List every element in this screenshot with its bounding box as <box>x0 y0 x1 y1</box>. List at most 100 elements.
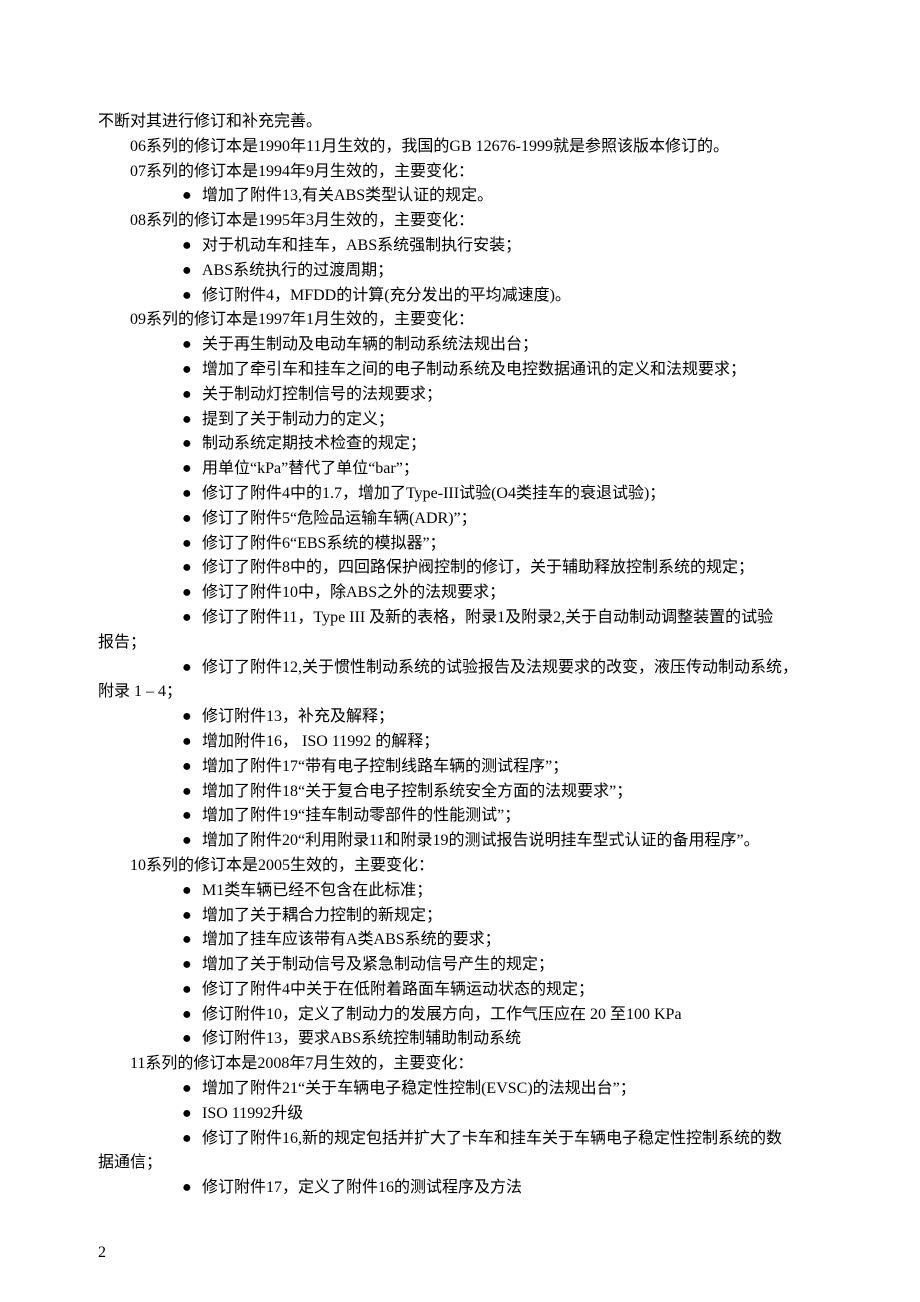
bullet-icon: ● <box>182 333 202 358</box>
list-item: ●增加了附件19“挂车制动零部件的性能测试”； <box>98 804 825 829</box>
list-item-text: 增加了关于制动信号及紧急制动信号产生的规定； <box>202 953 825 978</box>
bullet-icon: ● <box>182 829 202 854</box>
bullet-icon: ● <box>182 606 202 631</box>
bullet-icon: ● <box>182 408 202 433</box>
list-item-text: 关于再生制动及电动车辆的制动系统法规出台； <box>202 333 825 358</box>
list-item: ●修订了附件6“EBS系统的模拟器”； <box>98 532 825 557</box>
list-item: ●增加了附件17“带有电子控制线路车辆的测试程序”； <box>98 755 825 780</box>
bullet-icon: ● <box>182 284 202 309</box>
series-06-paragraph: 06系列的修订本是1990年11月生效的，我国的GB 12676-1999就是参… <box>98 135 825 160</box>
list-item-text: 修订了附件8中的，四回路保护阀控制的修订，关于辅助释放控制系统的规定； <box>202 556 825 581</box>
list-item: ●修订了附件12,关于惯性制动系统的试验报告及法规要求的改变，液压传动制动系统， <box>98 656 825 681</box>
bullet-icon: ● <box>182 1027 202 1052</box>
list-item-text: 增加了附件21“关于车辆电子稳定性控制(EVSC)的法规出台”； <box>202 1077 825 1102</box>
list-item-text: 增加附件16， ISO 11992 的解释； <box>202 730 825 755</box>
list-item-text: 修订附件13，补充及解释； <box>202 705 825 730</box>
list-item: ●增加了关于制动信号及紧急制动信号产生的规定； <box>98 953 825 978</box>
bullet-icon: ● <box>182 1102 202 1127</box>
bullet-icon: ● <box>182 953 202 978</box>
list-item-text: 修订了附件16,新的规定包括并扩大了卡车和挂车关于车辆电子稳定性控制系统的数 <box>202 1127 825 1152</box>
bullet-icon: ● <box>182 556 202 581</box>
list-item-text: 增加了附件20“利用附录11和附录19的测试报告说明挂车型式认证的备用程序”。 <box>202 829 825 854</box>
list-item: ●修订了附件8中的，四回路保护阀控制的修订，关于辅助释放控制系统的规定； <box>98 556 825 581</box>
list-item-text: 修订附件17，定义了附件16的测试程序及方法 <box>202 1176 825 1201</box>
list-item: ●增加了附件20“利用附录11和附录19的测试报告说明挂车型式认证的备用程序”。 <box>98 829 825 854</box>
list-item-text: 增加了附件17“带有电子控制线路车辆的测试程序”； <box>202 755 825 780</box>
list-item: ●修订了附件4中关于在低附着路面车辆运动状态的规定； <box>98 978 825 1003</box>
list-item: ●ABS系统执行的过渡周期； <box>98 259 825 284</box>
bullet-icon: ● <box>182 383 202 408</box>
list-item: ●修订了附件16,新的规定包括并扩大了卡车和挂车关于车辆电子稳定性控制系统的数 <box>98 1127 825 1152</box>
list-item: ●关于再生制动及电动车辆的制动系统法规出台； <box>98 333 825 358</box>
bullet-icon: ● <box>182 780 202 805</box>
list-item: ●修订了附件4中的1.7，增加了Type-III试验(O4类挂车的衰退试验)； <box>98 482 825 507</box>
bullet-icon: ● <box>182 1077 202 1102</box>
list-item: ●M1类车辆已经不包含在此标准； <box>98 879 825 904</box>
list-item-text: 提到了关于制动力的定义； <box>202 408 825 433</box>
list-item-text: 对于机动车和挂车，ABS系统强制执行安装； <box>202 234 825 259</box>
bullet-icon: ● <box>182 1176 202 1201</box>
list-item-text: M1类车辆已经不包含在此标准； <box>202 879 825 904</box>
list-item-text: 修订了附件4中的1.7，增加了Type-III试验(O4类挂车的衰退试验)； <box>202 482 825 507</box>
list-item-text: 增加了挂车应该带有A类ABS系统的要求； <box>202 928 825 953</box>
list-item-text: 修订附件4，MFDD的计算(充分发出的平均减速度)。 <box>202 284 825 309</box>
list-item-continuation: 报告； <box>98 631 825 656</box>
list-item-continuation: 据通信； <box>98 1151 825 1176</box>
bullet-icon: ● <box>182 507 202 532</box>
list-item-text: 修订了附件4中关于在低附着路面车辆运动状态的规定； <box>202 978 825 1003</box>
series-11-heading: 11系列的修订本是2008年7月生效的，主要变化： <box>98 1052 825 1077</box>
series-10-heading: 10系列的修订本是2005生效的，主要变化： <box>98 854 825 879</box>
list-item-text: 增加了关于耦合力控制的新规定； <box>202 904 825 929</box>
bullet-icon: ● <box>182 730 202 755</box>
bullet-icon: ● <box>182 259 202 284</box>
bullet-icon: ● <box>182 879 202 904</box>
list-item-text: 修订了附件12,关于惯性制动系统的试验报告及法规要求的改变，液压传动制动系统， <box>202 656 825 681</box>
list-item: ●增加了附件21“关于车辆电子稳定性控制(EVSC)的法规出台”； <box>98 1077 825 1102</box>
list-item: ●修订附件13，要求ABS系统控制辅助制动系统 <box>98 1027 825 1052</box>
intro-paragraph: 不断对其进行修订和补充完善。 <box>98 110 825 135</box>
list-item-continuation: 附录 1 – 4； <box>98 680 825 705</box>
list-item: ●修订了附件10中，除ABS之外的法规要求； <box>98 581 825 606</box>
bullet-icon: ● <box>182 755 202 780</box>
list-item-text: ISO 11992升级 <box>202 1102 825 1127</box>
bullet-icon: ● <box>182 705 202 730</box>
list-item-text: 增加了牵引车和挂车之间的电子制动系统及电控数据通讯的定义和法规要求； <box>202 358 825 383</box>
list-item-text: 修订附件13，要求ABS系统控制辅助制动系统 <box>202 1027 825 1052</box>
bullet-icon: ● <box>182 978 202 1003</box>
bullet-icon: ● <box>182 904 202 929</box>
list-item: ●修订附件17，定义了附件16的测试程序及方法 <box>98 1176 825 1201</box>
bullet-icon: ● <box>182 1127 202 1152</box>
list-item-text: 关于制动灯控制信号的法规要求； <box>202 383 825 408</box>
bullet-icon: ● <box>182 482 202 507</box>
list-item: ●ISO 11992升级 <box>98 1102 825 1127</box>
list-item-text: 增加了附件13,有关ABS类型认证的规定。 <box>202 184 825 209</box>
list-item: ●修订了附件5“危险品运输车辆(ADR)”； <box>98 507 825 532</box>
list-item: ●关于制动灯控制信号的法规要求； <box>98 383 825 408</box>
list-item-text: 制动系统定期技术检查的规定； <box>202 432 825 457</box>
list-item-text: 修订附件10，定义了制动力的发展方向，工作气压应在 20 至100 KPa <box>202 1003 825 1028</box>
bullet-icon: ● <box>182 457 202 482</box>
list-item-text: 修订了附件6“EBS系统的模拟器”； <box>202 532 825 557</box>
list-item: ●修订附件10，定义了制动力的发展方向，工作气压应在 20 至100 KPa <box>98 1003 825 1028</box>
list-item-text: 增加了附件18“关于复合电子控制系统安全方面的法规要求”； <box>202 780 825 805</box>
list-item: ●制动系统定期技术检查的规定； <box>98 432 825 457</box>
list-item: ●提到了关于制动力的定义； <box>98 408 825 433</box>
series-09-heading: 09系列的修订本是1997年1月生效的，主要变化： <box>98 308 825 333</box>
series-08-heading: 08系列的修订本是1995年3月生效的，主要变化： <box>98 209 825 234</box>
list-item: ●对于机动车和挂车，ABS系统强制执行安装； <box>98 234 825 259</box>
bullet-icon: ● <box>182 656 202 681</box>
list-item: ●增加附件16， ISO 11992 的解释； <box>98 730 825 755</box>
list-item: ●用单位“kPa”替代了单位“bar”； <box>98 457 825 482</box>
list-item: ●修订附件13，补充及解释； <box>98 705 825 730</box>
list-item-text: 修订了附件10中，除ABS之外的法规要求； <box>202 581 825 606</box>
bullet-icon: ● <box>182 532 202 557</box>
bullet-icon: ● <box>182 581 202 606</box>
list-item-text: 修订了附件5“危险品运输车辆(ADR)”； <box>202 507 825 532</box>
list-item-text: 增加了附件19“挂车制动零部件的性能测试”； <box>202 804 825 829</box>
page-number: 2 <box>98 1241 106 1266</box>
list-item: ●增加了挂车应该带有A类ABS系统的要求； <box>98 928 825 953</box>
bullet-icon: ● <box>182 184 202 209</box>
list-item: ●增加了牵引车和挂车之间的电子制动系统及电控数据通讯的定义和法规要求； <box>98 358 825 383</box>
list-item-text: 用单位“kPa”替代了单位“bar”； <box>202 457 825 482</box>
list-item: ●修订了附件11，Type III 及新的表格，附录1及附录2,关于自动制动调整… <box>98 606 825 631</box>
